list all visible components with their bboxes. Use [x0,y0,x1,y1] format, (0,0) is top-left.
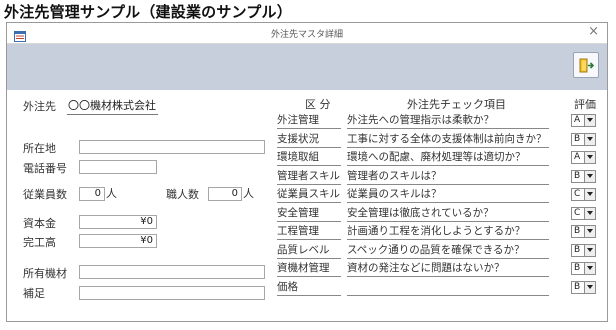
checklist-row: 価格 B [277,279,601,297]
craftsmen-label: 職人数 [166,188,199,201]
rating-select[interactable]: A [571,151,596,164]
chevron-down-icon[interactable] [584,263,595,274]
address-field[interactable] [79,140,265,154]
form-window: 外注先マスタ詳細 × 外注先 〇〇機材株式会社 所在地 電話番号 従業員数 0 … [6,22,608,322]
form-content: 外注先 〇〇機材株式会社 所在地 電話番号 従業員数 0 人 職人数 0 人 資… [7,90,607,321]
exit-button[interactable] [573,52,599,78]
checklist-item: 計画通り工程を消化しようとするか？ [347,224,549,240]
page-heading: 外注先管理サンプル（建設業のサンプル） [4,3,292,21]
employees-label: 従業員数 [23,188,67,201]
checklist-category: 価格 [277,280,341,296]
chevron-down-icon[interactable] [584,189,595,200]
address-label: 所在地 [23,142,56,155]
checklist-category: 環境取組 [277,150,341,166]
equipment-field[interactable] [79,265,265,279]
exit-door-icon [579,58,594,73]
checklist-row: 資機材管理 資材の発注などに問題はないか？ B [277,260,601,278]
checklist-category: 安全管理 [277,206,341,222]
chevron-down-icon[interactable] [584,115,595,126]
vendor-name[interactable]: 〇〇機材株式会社 [67,97,158,115]
rating-value: B [574,263,581,273]
checklist-item: 工事に対する全体の支援体制は前向きか？ [347,132,549,148]
rating-select[interactable]: A [571,114,596,127]
checklist-item: スペック通りの品質を確保できるか？ [347,243,549,259]
checklist-item: 外注先への管理指示は柔軟か？ [347,113,549,129]
window-title: 外注先マスタ詳細 [270,30,343,40]
chevron-down-icon[interactable] [584,244,595,256]
rating-value: B [574,281,581,292]
chevron-down-icon[interactable] [584,207,595,219]
checklist-row: 外注管理 外注先への管理指示は柔軟か？ A [277,112,601,130]
rating-value: B [574,170,581,181]
rating-value: A [574,115,581,125]
checklist-category: 工程管理 [277,224,341,240]
completed-field[interactable]: ¥0 [79,234,157,248]
equipment-label: 所有機材 [23,267,67,280]
chevron-down-icon[interactable] [584,152,595,163]
rating-value: A [574,152,581,162]
rating-header: 評価 [574,98,596,111]
window-titlebar: 外注先マスタ詳細 × [7,23,607,44]
employees-unit: 人 [106,187,117,200]
checklist-category: 資機材管理 [277,261,341,277]
employees-field[interactable]: 0 [79,187,105,201]
checklist-item: 従業員のスキルは？ [347,187,549,203]
notes-label: 補足 [23,287,45,300]
rating-select[interactable]: C [571,206,596,220]
checklist-item [347,280,549,296]
checklist-category: 品質レベル [277,243,341,259]
rating-value: B [574,226,581,236]
rating-select[interactable]: B [571,243,596,257]
phone-field[interactable] [79,160,157,174]
checklist-category: 支援状況 [277,132,341,148]
checklist-row: 品質レベル スペック通りの品質を確保できるか？ B [277,242,601,260]
checklist-item: 環境への配慮、廃材処理等は適切か？ [347,150,549,166]
completed-label: 完工高 [23,236,56,249]
item-header: 外注先チェック項目 [407,98,506,111]
capital-field[interactable]: ¥0 [79,215,157,229]
rating-select[interactable]: B [571,132,596,146]
craftsmen-field[interactable]: 0 [208,187,242,201]
close-button[interactable]: × [588,25,599,39]
rating-select[interactable]: B [571,262,596,275]
rating-value: C [574,207,581,218]
rating-value: B [574,244,581,255]
chevron-down-icon[interactable] [584,226,595,237]
checklist-item: 管理者のスキルは？ [347,169,549,185]
rating-select[interactable]: C [571,188,596,201]
checklist-row: 従業員スキル 従業員のスキルは？ C [277,186,601,204]
capital-label: 資本金 [23,217,56,230]
chevron-down-icon[interactable] [584,281,595,293]
checklist-category: 管理者スキル [277,169,341,185]
checklist-row: 環境取組 環境への配慮、廃材処理等は適切か？ A [277,149,601,167]
rating-select[interactable]: B [571,225,596,238]
checklist-item: 資材の発注などに問題はないか？ [347,261,549,277]
checklist-row: 工程管理 計画通り工程を消化しようとするか？ B [277,223,601,241]
chevron-down-icon[interactable] [584,133,595,145]
vendor-label: 外注先 [23,100,56,113]
rating-select[interactable]: B [571,280,596,294]
header-band [7,44,607,90]
checklist-row: 管理者スキル 管理者のスキルは？ B [277,168,601,186]
rating-select[interactable]: B [571,169,596,183]
rating-value: B [574,133,581,144]
phone-label: 電話番号 [23,162,67,175]
checklist-item: 安全管理は徹底されているか？ [347,206,549,222]
craftsmen-unit: 人 [243,187,254,200]
category-header: 区 分 [305,98,331,111]
checklist-row: 支援状況 工事に対する全体の支援体制は前向きか？ B [277,131,601,149]
chevron-down-icon[interactable] [584,170,595,182]
checklist-category: 外注管理 [277,113,341,129]
notes-field[interactable] [79,286,265,300]
checklist-row: 安全管理 安全管理は徹底されているか？ C [277,205,601,223]
checklist-category: 従業員スキル [277,187,341,203]
rating-value: C [574,189,581,199]
